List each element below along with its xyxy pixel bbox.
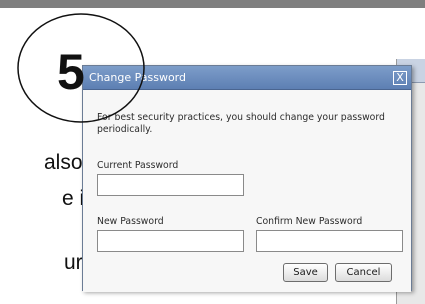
background-text-line: ur: [64, 251, 83, 274]
background-text-line: also: [44, 151, 83, 174]
confirm-password-input[interactable]: [256, 230, 403, 252]
cancel-button[interactable]: Cancel: [335, 263, 392, 282]
close-icon: X: [396, 71, 404, 84]
new-password-label: New Password: [97, 216, 164, 227]
save-button[interactable]: Save: [283, 263, 328, 282]
confirm-password-label: Confirm New Password: [256, 216, 363, 227]
step-number: 5: [57, 44, 85, 100]
dialog-title: Change Password: [89, 71, 186, 84]
close-button[interactable]: X: [393, 71, 407, 85]
dialog-body: For best security practices, you should …: [83, 90, 411, 292]
dialog-titlebar[interactable]: Change Password X: [83, 66, 411, 90]
info-text: For best security practices, you should …: [97, 112, 385, 135]
current-password-label: Current Password: [97, 160, 179, 171]
current-password-input[interactable]: [97, 174, 244, 196]
top-strip: [0, 0, 425, 8]
new-password-input[interactable]: [97, 230, 244, 252]
change-password-dialog: Change Password X For best security prac…: [82, 65, 412, 292]
